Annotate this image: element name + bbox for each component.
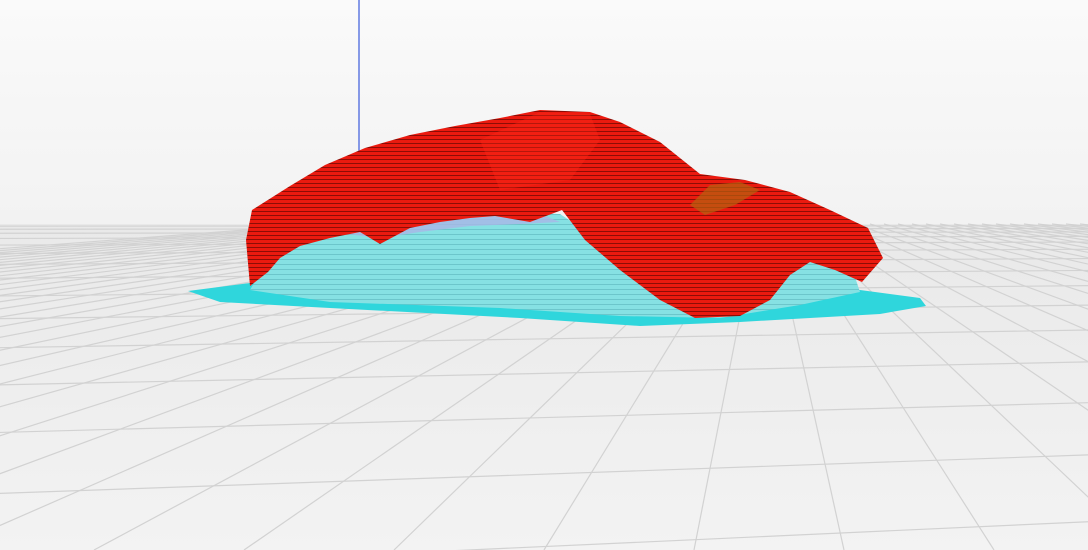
scene-canvas[interactable]: [0, 0, 1088, 550]
3d-viewport[interactable]: [0, 0, 1088, 550]
